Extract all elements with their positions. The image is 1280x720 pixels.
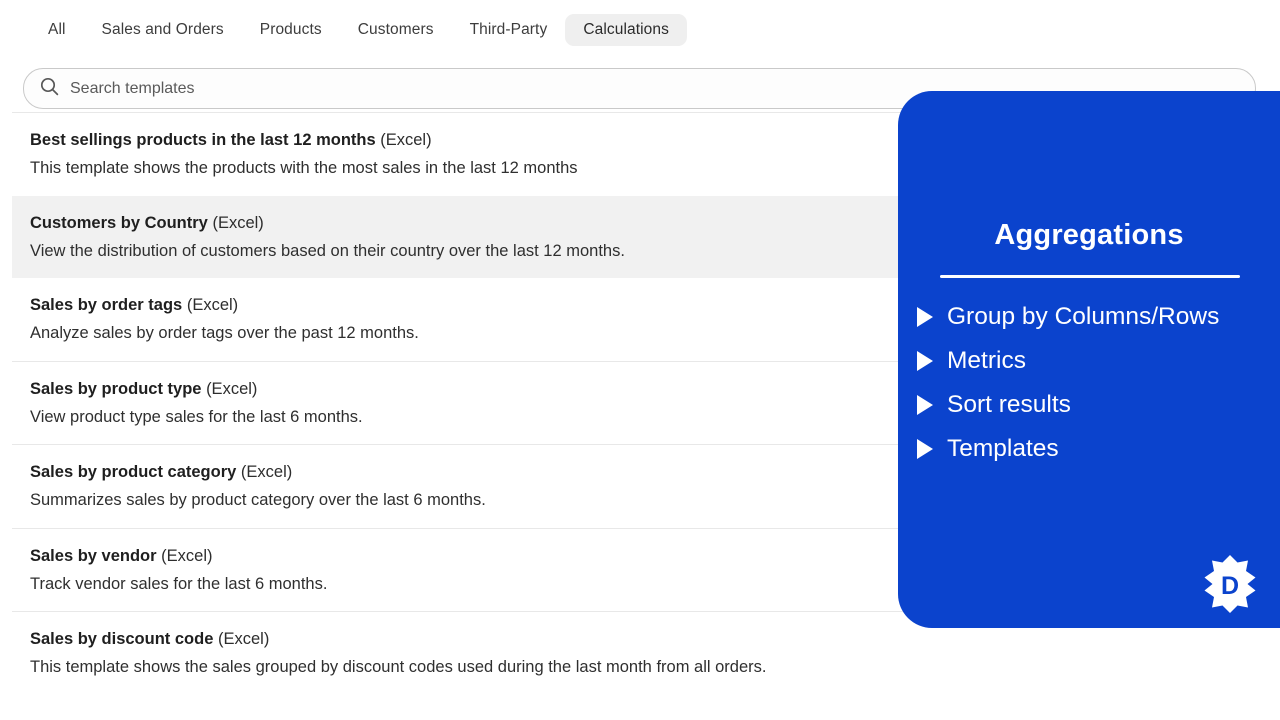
template-format: (Excel) [161,546,213,565]
app-root: All Sales and Orders Products Customers Thir… [0,0,1280,720]
panel-menu-item[interactable]: Sort results [917,383,1280,427]
template-format: (Excel) [217,630,270,649]
template-description: This template shows the sales grouped by… [30,658,767,677]
template-name: Sales by vendor [30,546,157,565]
template-name: Sales by order tags [30,296,183,315]
panel-menu-item-label: Group by Columns/Rows [947,302,1220,330]
tab-calculations[interactable]: Calculations [565,14,687,46]
search-icon [40,77,59,101]
template-name: Sales by product category [30,463,237,482]
tab-customers[interactable]: Customers [340,14,452,46]
tab-all[interactable]: All [30,14,84,46]
app-logo-letter: D [1221,572,1239,600]
template-format: (Excel) [212,213,264,232]
caret-right-icon [917,395,933,415]
caret-right-icon [917,307,933,327]
panel-menu: Group by Columns/Rows Metrics Sort results… [917,295,1280,471]
template-name: Best sellings products in the last 12 mo… [30,131,376,149]
template-name: Customers by Country [30,213,208,232]
panel-menu-item[interactable]: Templates [917,427,1280,471]
template-format: (Excel) [206,379,258,398]
template-format: (Excel) [186,296,239,315]
panel-menu-item[interactable]: Metrics [917,339,1280,383]
tab-sales-and-orders[interactable]: Sales and Orders [84,14,242,46]
caret-right-icon [917,351,933,371]
tab-third-party[interactable]: Third-Party [452,14,566,46]
template-name: Sales by discount code [30,630,214,649]
aggregations-panel: Aggregations Group by Columns/Rows Metric… [898,91,1280,628]
panel-title-divider [940,275,1240,278]
panel-menu-item[interactable]: Group by Columns/Rows [917,295,1280,339]
panel-menu-item-label: Metrics [947,346,1026,374]
panel-menu-item-label: Templates [947,434,1059,462]
panel-menu-item-label: Sort results [947,390,1071,418]
template-format: (Excel) [240,463,293,482]
template-category-tabs: All Sales and Orders Products Customers Thir… [0,0,1280,60]
template-format: (Excel) [380,131,432,149]
tab-products[interactable]: Products [242,14,340,46]
panel-title: Aggregations [994,219,1184,251]
template-name: Sales by product type [30,379,202,398]
caret-right-icon [917,439,933,459]
app-logo-icon: D [1199,553,1261,615]
template-title: Sales by discount code (Excel) [30,628,1280,650]
